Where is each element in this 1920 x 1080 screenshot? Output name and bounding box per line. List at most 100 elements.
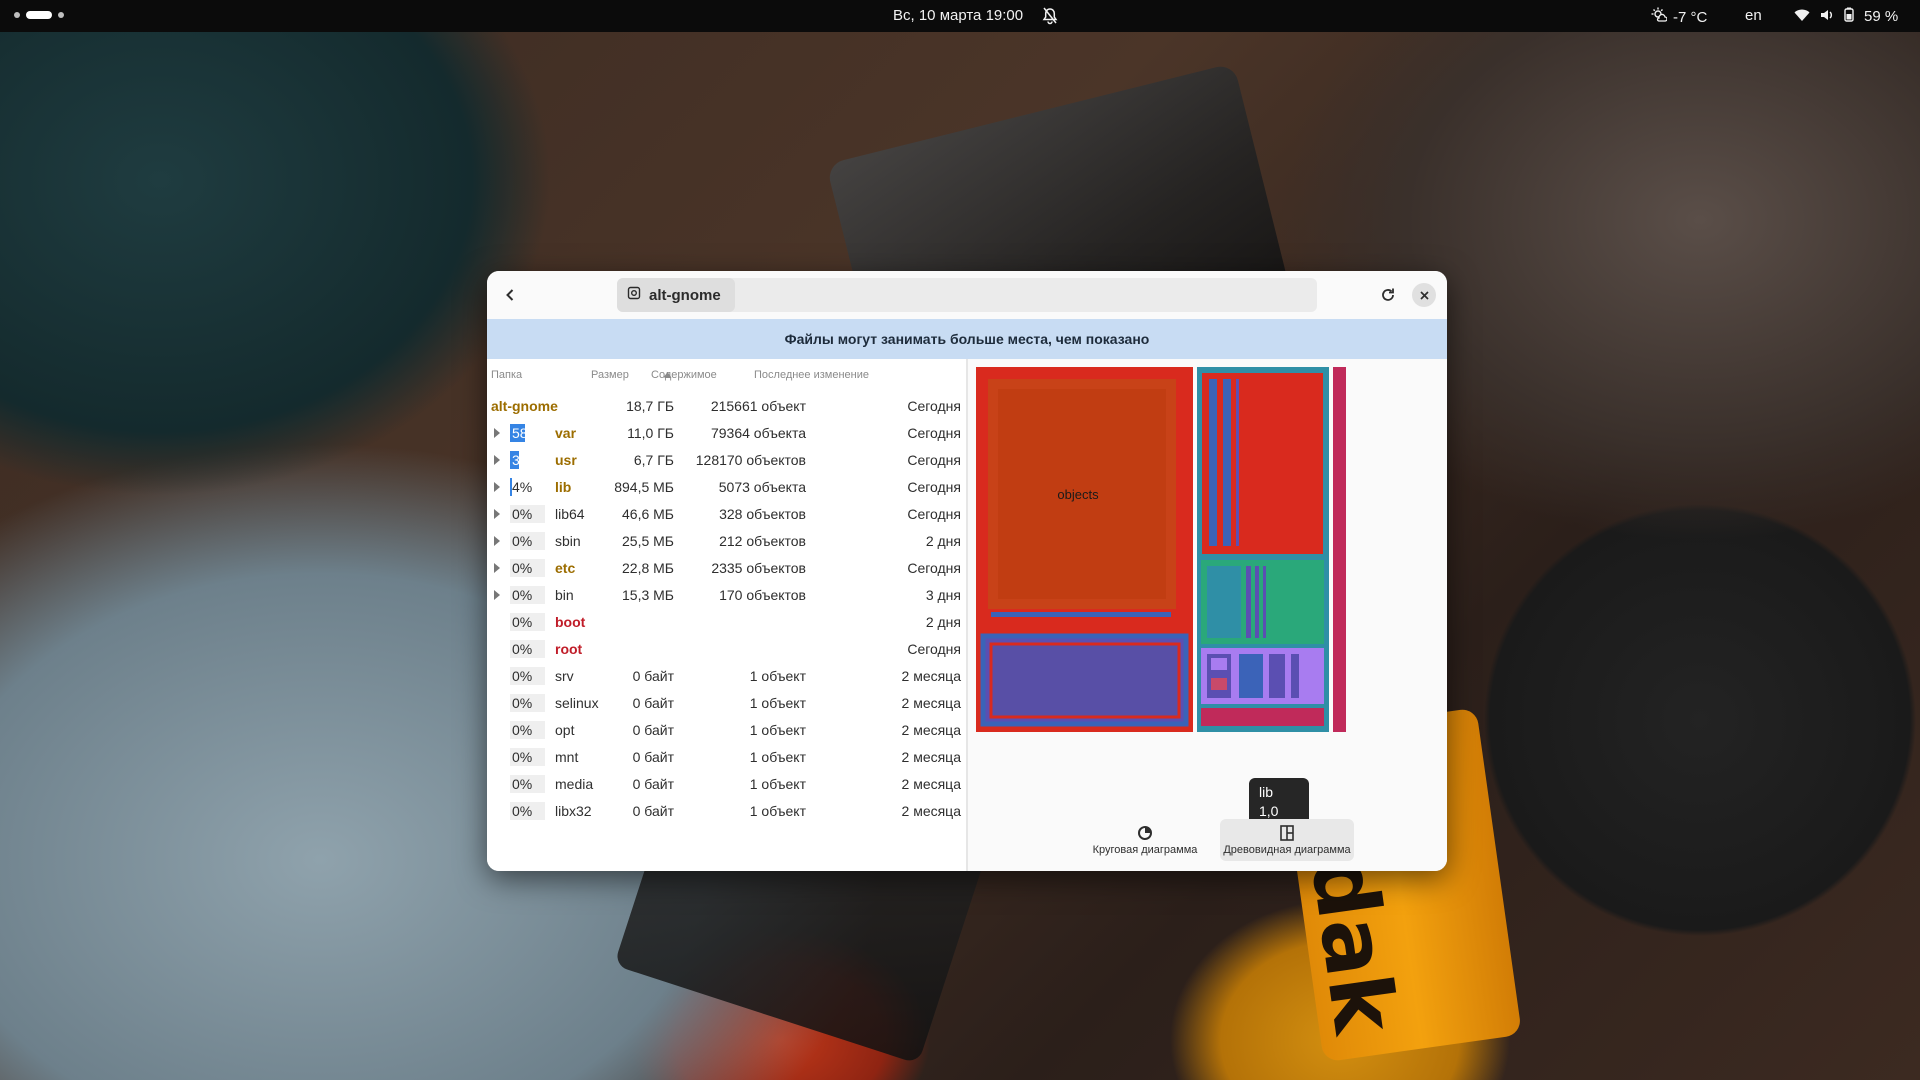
table-row[interactable]: 58% var 11,0 ГБ 79364 объекта Сегодня xyxy=(487,420,966,447)
root-size: 18,7 ГБ xyxy=(626,398,674,414)
folder-modified: 2 дня xyxy=(925,533,961,549)
tree-chart-button[interactable]: Древовидная диаграмма xyxy=(1220,819,1354,861)
expander-icon[interactable] xyxy=(494,482,500,492)
info-banner: Файлы могут занимать больше места, чем п… xyxy=(487,319,1447,359)
treemap-usr-green-block[interactable] xyxy=(1207,566,1241,638)
table-row[interactable]: 0% lib64 46,6 МБ 328 объектов Сегодня xyxy=(487,501,966,528)
clock[interactable]: Вс, 10 марта 19:00 xyxy=(893,7,1023,24)
table-row[interactable]: 0% bin 15,3 МБ 170 объектов 3 дня xyxy=(487,582,966,609)
treemap-usr-violet-block[interactable] xyxy=(1269,654,1285,698)
table-row[interactable]: 0% srv 0 байт 1 объект 2 месяца xyxy=(487,663,966,690)
folder-name: boot xyxy=(555,614,586,630)
folder-modified: Сегодня xyxy=(907,641,961,657)
workspace-dot[interactable] xyxy=(58,12,64,18)
expander-icon[interactable] xyxy=(494,563,500,573)
location-chip[interactable]: alt-gnome xyxy=(617,278,735,312)
folder-modified: Сегодня xyxy=(907,560,961,576)
system-menu[interactable]: 59 % xyxy=(1794,7,1898,26)
column-folder[interactable]: Папка xyxy=(491,369,522,381)
column-contents[interactable]: Содержимое xyxy=(651,369,717,381)
expander-icon[interactable] xyxy=(494,590,500,600)
folder-contents: 79364 объекта xyxy=(710,425,806,441)
table-row[interactable]: 0% root Сегодня xyxy=(487,636,966,663)
table-row[interactable]: 0% selinux 0 байт 1 объект 2 месяца xyxy=(487,690,966,717)
folder-modified: 2 месяца xyxy=(901,668,961,684)
refresh-icon xyxy=(1382,288,1394,301)
treemap-misc[interactable] xyxy=(1349,367,1439,732)
disk-usage-window: alt-gnome Файлы могут занимать больше ме… xyxy=(487,271,1447,871)
treemap-usr-violet-cell[interactable] xyxy=(1211,658,1227,670)
expander-icon[interactable] xyxy=(494,428,500,438)
folder-contents: 1 объект xyxy=(749,749,806,765)
expander-icon[interactable] xyxy=(494,509,500,519)
percent-text: 0% xyxy=(512,695,533,711)
folder-name: usr xyxy=(555,452,577,468)
folder-modified: Сегодня xyxy=(907,479,961,495)
treemap-usr-red[interactable] xyxy=(1200,371,1325,556)
folder-name: lib64 xyxy=(555,506,585,522)
folder-name: root xyxy=(555,641,583,657)
treemap-usr-pink[interactable] xyxy=(1201,708,1324,726)
treemap-usr-violet-block[interactable] xyxy=(1239,654,1263,698)
table-row[interactable]: 0% sbin 25,5 МБ 212 объектов 2 дня xyxy=(487,528,966,555)
percent-text: 0% xyxy=(512,668,533,684)
folder-name: var xyxy=(555,425,577,441)
folder-name: lib xyxy=(555,479,572,495)
percent-bar: 0% xyxy=(510,775,545,793)
keyboard-layout[interactable]: en xyxy=(1745,7,1762,24)
chart-pane: objects lib 1,0 ГБ xyxy=(968,359,1447,871)
location-bar[interactable]: alt-gnome xyxy=(617,278,1317,312)
table-row[interactable]: 35% usr 6,7 ГБ 128170 объектов Сегодня xyxy=(487,447,966,474)
expander-icon[interactable] xyxy=(494,536,500,546)
treemap-usr-bar[interactable] xyxy=(1263,566,1266,638)
percent-bar: 0% xyxy=(510,694,545,712)
column-modified[interactable]: Последнее изменение xyxy=(754,369,869,381)
table-row[interactable]: 0% opt 0 байт 1 объект 2 месяца xyxy=(487,717,966,744)
table-row[interactable]: 0% mnt 0 байт 1 объект 2 месяца xyxy=(487,744,966,771)
percent-text: 4% xyxy=(512,479,533,495)
treemap-icon xyxy=(1280,824,1294,841)
folder-size: 0 байт xyxy=(632,722,674,738)
percent-bar: 0% xyxy=(510,721,545,739)
treemap-lib[interactable] xyxy=(1333,367,1346,732)
folder-contents: 1 объект xyxy=(749,722,806,738)
folder-size: 0 байт xyxy=(632,695,674,711)
table-row[interactable]: 0% libx32 0 байт 1 объект 2 месяца xyxy=(487,798,966,825)
workspace-dot[interactable] xyxy=(14,12,20,18)
folder-name: opt xyxy=(555,722,575,738)
close-button[interactable] xyxy=(1412,283,1436,307)
treemap-var-strip[interactable] xyxy=(991,612,1171,617)
workspace-indicator[interactable] xyxy=(14,11,64,19)
folder-size: 15,3 МБ xyxy=(622,587,674,603)
table-row[interactable]: 0% boot 2 дня xyxy=(487,609,966,636)
root-name: alt-gnome xyxy=(491,398,558,414)
drive-icon xyxy=(627,286,641,304)
back-button[interactable] xyxy=(495,280,525,310)
chart-type-switcher: Круговая диаграмма Древовидная диаграмма xyxy=(1078,819,1354,865)
treemap-usr-bar[interactable] xyxy=(1246,566,1251,638)
folder-size: 0 байт xyxy=(632,803,674,819)
refresh-button[interactable] xyxy=(1373,280,1403,310)
location-name: alt-gnome xyxy=(649,286,721,304)
tooltip-name: lib xyxy=(1259,784,1274,800)
treemap-chart[interactable]: objects xyxy=(973,364,1442,817)
table-row[interactable]: 0% etc 22,8 МБ 2335 объектов Сегодня xyxy=(487,555,966,582)
weather-indicator[interactable]: -7 °C xyxy=(1651,7,1707,27)
column-size[interactable]: Размер xyxy=(591,369,629,381)
workspace-active[interactable] xyxy=(26,11,52,19)
table-row-root[interactable]: alt-gnome 18,7 ГБ 215661 объект Сегодня xyxy=(487,393,966,420)
folder-modified: 3 дня xyxy=(925,587,961,603)
treemap-usr-bar[interactable] xyxy=(1223,379,1231,546)
treemap-var-lower-inner[interactable] xyxy=(989,642,1181,719)
table-row[interactable]: 0% media 0 байт 1 объект 2 месяца xyxy=(487,771,966,798)
treemap-usr-bar[interactable] xyxy=(1255,566,1259,638)
treemap-usr-bar[interactable] xyxy=(1236,379,1239,546)
treemap-usr-violet-cell[interactable] xyxy=(1211,678,1227,690)
tree-chart-label: Древовидная диаграмма xyxy=(1223,843,1351,856)
expander-icon[interactable] xyxy=(494,455,500,465)
table-row[interactable]: 4% lib 894,5 МБ 5073 объекта Сегодня xyxy=(487,474,966,501)
pie-chart-button[interactable]: Круговая диаграмма xyxy=(1078,819,1212,861)
treemap-usr-bar[interactable] xyxy=(1209,379,1217,546)
treemap-usr-violet-block[interactable] xyxy=(1291,654,1299,698)
percent-bar: 0% xyxy=(510,532,545,550)
